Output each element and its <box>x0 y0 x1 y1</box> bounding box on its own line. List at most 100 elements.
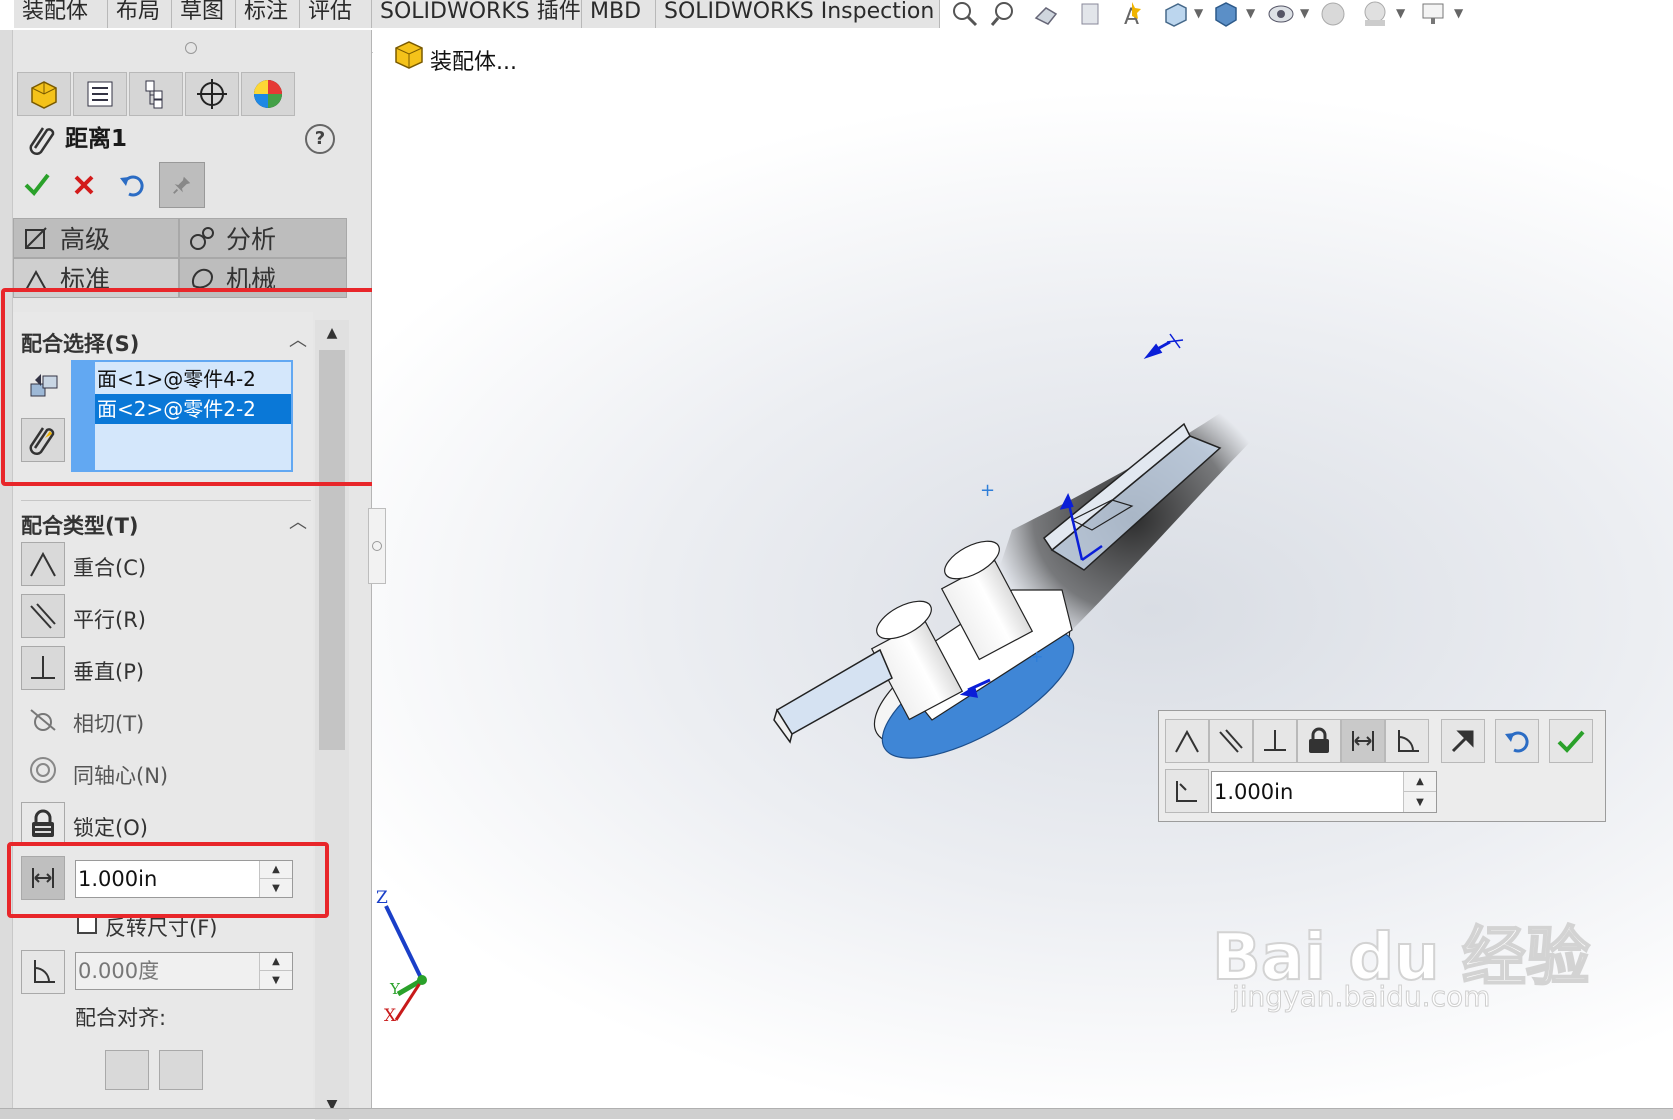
undo-button[interactable] <box>117 170 145 200</box>
tab-sketch[interactable]: 草图 <box>172 0 236 28</box>
edit-appearance-icon[interactable] <box>1318 0 1348 28</box>
pin-button[interactable] <box>159 162 205 208</box>
configuration-manager-icon[interactable] <box>129 72 183 116</box>
tab-assembly[interactable]: 装配体 <box>14 0 108 28</box>
highlight-mate-selection <box>1 288 426 486</box>
display-style-icon[interactable] <box>1210 0 1240 28</box>
distance-icon <box>1352 731 1374 751</box>
collapse-chevron-icon[interactable]: ︿ <box>289 508 307 534</box>
view-orientation-icon[interactable] <box>1160 0 1190 28</box>
apply-scene-icon[interactable] <box>1360 0 1390 28</box>
distance-dimension-icon[interactable] <box>1165 769 1209 813</box>
align-aligned-button[interactable] <box>105 1050 149 1090</box>
previous-view-icon[interactable] <box>1032 0 1062 28</box>
distance-button[interactable] <box>1341 719 1385 763</box>
property-manager-panel: 距离1 ? 高级 分析 标准 机械 ▲ ▼ 配合选择(S) ︿ 面<1>@零件4… <box>1 30 426 1120</box>
mate-context-toolbar: 1.000in ▲ ▼ <box>1158 710 1606 822</box>
angle-icon <box>34 960 55 983</box>
chevron-down-icon[interactable]: ▼ <box>1300 6 1309 20</box>
parallel-icon <box>1219 729 1243 753</box>
angle-input[interactable]: 0.000度 ▲ ▼ <box>75 952 293 990</box>
display-manager-icon[interactable] <box>241 72 295 116</box>
chevron-down-icon[interactable]: ▼ <box>1454 6 1463 20</box>
divider <box>21 500 311 501</box>
tab-mbd[interactable]: MBD <box>582 0 656 28</box>
advanced-mate-icon <box>25 227 47 249</box>
concentric-icon[interactable] <box>27 754 59 786</box>
parallel-icon <box>30 603 56 629</box>
mate-types-title: 配合类型(T) <box>21 514 139 538</box>
angle-stepper[interactable]: ▲ ▼ <box>259 953 292 989</box>
zoom-to-area-icon[interactable] <box>990 0 1020 28</box>
mate-paperclip-icon <box>27 122 57 156</box>
dynamic-annotation-icon[interactable]: A <box>1118 0 1148 28</box>
triad-y-label: Y <box>390 980 400 998</box>
coincident-label: 重合(C) <box>73 556 147 580</box>
tab-solidworks-inspection[interactable]: SOLIDWORKS Inspection <box>656 0 940 28</box>
gears-icon <box>190 227 214 250</box>
view-settings-icon[interactable] <box>1418 0 1448 28</box>
tab-analysis-label: 分析 <box>226 225 277 254</box>
chevron-down-icon[interactable]: ▼ <box>1194 6 1203 20</box>
tab-advanced-label: 高级 <box>60 225 111 254</box>
coincident-icon <box>1175 729 1199 753</box>
undo-button[interactable] <box>1495 719 1539 763</box>
command-manager-ribbon: 装配体 布局 草图 标注 评估 SOLIDWORKS 插件 MBD SOLIDW… <box>0 0 1673 30</box>
mate-marker-top <box>1143 333 1184 360</box>
left-collapse-strip <box>0 30 13 1118</box>
lock-label: 锁定(O) <box>73 816 148 840</box>
tab-evaluate[interactable]: 评估 <box>300 0 372 28</box>
lock-icon <box>1309 727 1329 753</box>
parallel-button[interactable] <box>21 594 65 638</box>
origin-plus-icon: + <box>980 480 995 501</box>
context-distance-input[interactable]: 1.000in ▲ ▼ <box>1211 771 1437 813</box>
panel-grip-icon[interactable] <box>185 42 197 54</box>
angle-button[interactable] <box>21 950 65 994</box>
section-view-icon[interactable] <box>1076 0 1106 28</box>
ok-button[interactable] <box>23 168 51 200</box>
mate-alignment-label: 配合对齐: <box>75 1006 167 1030</box>
perpendicular-button[interactable] <box>21 646 65 690</box>
angle-button[interactable] <box>1385 719 1429 763</box>
context-distance-stepper[interactable]: ▲ ▼ <box>1403 772 1436 812</box>
triad-z-label: Z <box>376 888 388 908</box>
triad-x-label: X <box>384 1006 397 1026</box>
ok-button[interactable] <box>1549 719 1593 763</box>
tab-analysis[interactable]: 分析 <box>179 218 347 258</box>
angle-icon <box>1398 730 1419 752</box>
coincident-button[interactable] <box>1165 719 1209 763</box>
tangent-icon[interactable] <box>27 702 59 734</box>
perpendicular-label: 垂直(P) <box>73 660 145 684</box>
tab-advanced[interactable]: 高级 <box>13 218 179 258</box>
dimxpert-icon[interactable] <box>185 72 239 116</box>
axis-triad <box>384 905 427 1021</box>
chevron-down-icon[interactable]: ▼ <box>1396 6 1405 20</box>
flip-alignment-button[interactable] <box>1441 719 1485 763</box>
anti-aligned-button[interactable] <box>159 1050 203 1090</box>
highlight-distance <box>7 842 329 918</box>
origin-plus-icon: + <box>1030 647 1043 666</box>
lock-button[interactable] <box>21 802 65 846</box>
lock-icon <box>32 809 54 837</box>
feature-manager-icon[interactable] <box>17 72 71 116</box>
tab-layout[interactable]: 布局 <box>108 0 172 28</box>
graphics-area[interactable]: ▶ 装配体... <box>372 30 1673 1108</box>
property-manager-icon[interactable] <box>73 72 127 116</box>
parallel-button[interactable] <box>1209 719 1253 763</box>
hide-show-icon[interactable] <box>1266 0 1296 28</box>
help-icon[interactable]: ? <box>305 124 335 154</box>
tangent-label: 相切(T) <box>73 712 145 736</box>
zoom-to-fit-icon[interactable] <box>950 0 980 28</box>
cancel-button[interactable] <box>71 170 97 200</box>
chevron-down-icon[interactable]: ▼ <box>1246 6 1255 20</box>
watermark-url: jingyan.baidu.com <box>1231 980 1491 1014</box>
undo-icon <box>1505 731 1529 753</box>
lock-button[interactable] <box>1297 719 1341 763</box>
perpendicular-button[interactable] <box>1253 719 1297 763</box>
page-title: 距离1 <box>65 126 128 152</box>
tab-annotation[interactable]: 标注 <box>236 0 300 28</box>
coincident-button[interactable] <box>21 542 65 586</box>
tab-solidworks-addins[interactable]: SOLIDWORKS 插件 <box>372 0 582 28</box>
panel-splitter-handle[interactable] <box>368 508 386 584</box>
angle-value: 0.000度 <box>78 959 160 983</box>
